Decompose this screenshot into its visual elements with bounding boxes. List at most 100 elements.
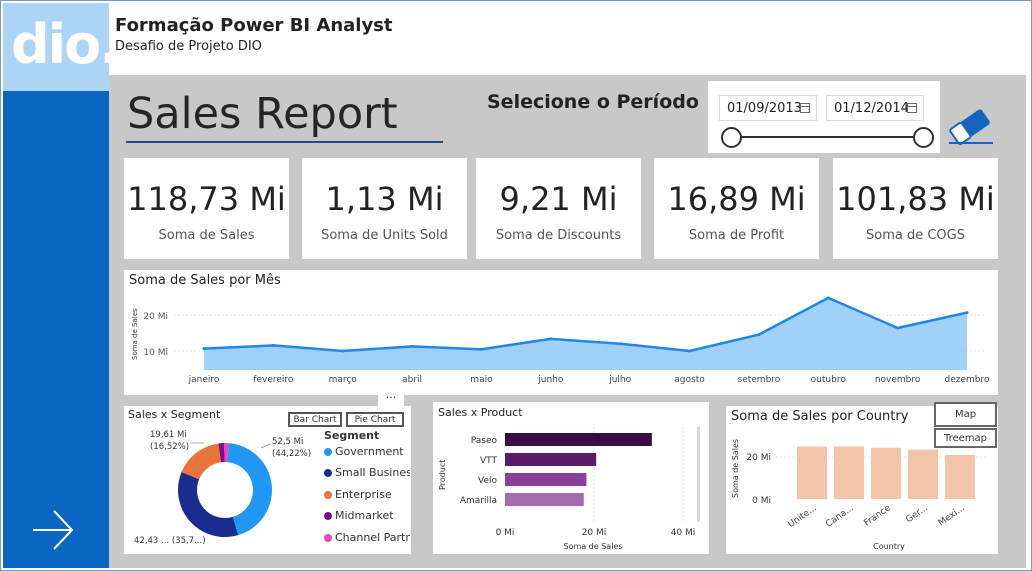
kpi-card-discounts: 9,21 Mi Soma de Discounts [476,158,641,259]
x-tick-label: dezembro [945,375,990,385]
y-tick-label: 20 Mi [746,453,771,463]
bar [945,454,975,499]
country-xlabel: Country [873,542,905,551]
pie-slice [178,472,239,537]
data-label: 19,61 Mi [150,430,187,440]
legend-item[interactable]: Government [324,445,404,458]
x-tick-label: abril [402,375,422,385]
bar [505,473,587,486]
kpi-label: Soma de Profit [688,228,785,243]
date-end-value: 01/12/2014 [834,101,909,116]
x-tick-label: outubro [811,375,847,385]
data-point [896,326,900,330]
calendar-icon[interactable] [800,103,810,113]
x-tick-label: 20 Mi [582,528,607,538]
legend-label: Channel Partners [335,531,410,544]
x-tick-label: novembro [875,375,921,385]
slider-handle-end[interactable] [913,127,934,148]
slider-handle-start[interactable] [721,127,742,148]
treemap-button[interactable]: Treemap [934,428,997,448]
line-chart-ylabel: Soma de Sales [131,308,139,360]
legend-dot [324,534,332,542]
leader-line [260,443,271,449]
legend-dot [324,469,332,477]
x-tick-label: junho [537,375,564,385]
data-point [202,347,206,351]
title-underline [126,141,443,143]
date-start-value: 01/09/2013 [727,101,802,116]
data-label: (44,22%) [272,449,311,459]
kpi-card-profit: 16,89 Mi Soma de Profit [654,158,819,259]
line-chart-card: Soma de Sales por Mês Soma de Sales 20 M… [124,270,998,395]
country-ylabel: Soma de Sales [731,439,740,498]
date-start-input[interactable]: 01/09/2013 [719,95,817,121]
kpi-label: Soma de COGS [866,228,965,243]
legend-label: Small Business [335,466,410,479]
calendar-icon[interactable] [907,103,917,113]
header-title: Formação Power BI Analyst [115,15,393,36]
arrow-right-icon[interactable] [30,508,76,552]
line-chart[interactable]: Soma de Sales 20 Mi 10 Mi janeiro feverei… [124,270,998,395]
legend-title: Segment [324,429,380,442]
kpi-value: 1,13 Mi [325,180,444,218]
data-label: (16,52%) [150,442,189,452]
date-slicer: 01/09/2013 01/12/2014 [708,81,940,153]
data-point [688,349,692,353]
scrollbar[interactable] [697,427,700,522]
data-point [757,333,761,337]
x-tick-label: setembro [738,375,781,385]
product-ylabel: Product [438,460,447,490]
product-chart-card: Sales x Product Product 0 Mi 20 Mi 40 Mi… [433,402,709,554]
page-title: Sales Report [127,89,398,139]
data-label: 42,43 ... (35,7...) [134,536,206,546]
legend-item[interactable]: Enterprise [324,488,392,501]
category-label: Velo [478,476,497,486]
x-tick-label: 0 Mi [496,528,515,538]
legend-dot [324,448,332,456]
data-point [410,344,414,348]
legend-item[interactable]: Midmarket [324,509,394,522]
data-point [618,342,622,346]
bar [505,493,584,506]
category-label: Ger... [904,503,929,525]
legend-dot [324,512,332,520]
category-label: Unite... [786,503,818,530]
kpi-value: 9,21 Mi [499,180,618,218]
category-label: VTT [480,456,497,466]
kpi-card-cogs: 101,83 Mi Soma de COGS [833,158,998,259]
kpi-value: 118,73 Mi [127,180,286,218]
y-tick-label: 10 Mi [143,348,168,358]
category-label: Paseo [471,436,498,446]
legend-label: Government [335,445,404,458]
kpi-value: 16,89 Mi [667,180,806,218]
bar [505,433,652,446]
country-chart-card: Soma de Sales por Country Soma de Sales … [726,402,998,554]
x-tick-label: julho [608,375,631,385]
header-subtitle: Desafio de Projeto DIO [115,39,262,54]
eraser-icon[interactable] [945,105,997,147]
data-point [549,337,553,341]
x-tick-label: janeiro [188,375,220,385]
segment-chart-card: Sales x Segment Bar Chart Pie Chart 52,5… [124,406,411,554]
category-label: France [862,503,893,529]
data-point [826,296,830,300]
date-end-input[interactable]: 01/12/2014 [826,95,924,121]
x-tick-label: 40 Mi [671,528,696,538]
legend-dot [324,491,332,499]
x-tick-label: maio [470,375,493,385]
kpi-value: 101,83 Mi [836,180,995,218]
legend-label: Midmarket [335,509,394,522]
logo-box: dio. [3,3,120,91]
report-canvas: Sales Report Selecione o Período 01/09/2… [109,75,1026,568]
product-chart[interactable]: Product 0 Mi 20 Mi 40 Mi Soma de Sales P… [433,402,709,554]
data-point [341,349,345,353]
map-button[interactable]: Map [934,402,997,427]
legend-item[interactable]: Channel Partners [324,531,410,544]
legend-item[interactable]: Small Business [324,466,410,479]
y-tick-label: 0 Mi [752,496,771,506]
category-label: Amarilla [460,496,497,506]
slider-track[interactable] [732,136,924,138]
x-tick-label: agosto [674,375,705,385]
data-point [271,343,275,347]
more-options-icon[interactable]: ··· [378,392,404,406]
